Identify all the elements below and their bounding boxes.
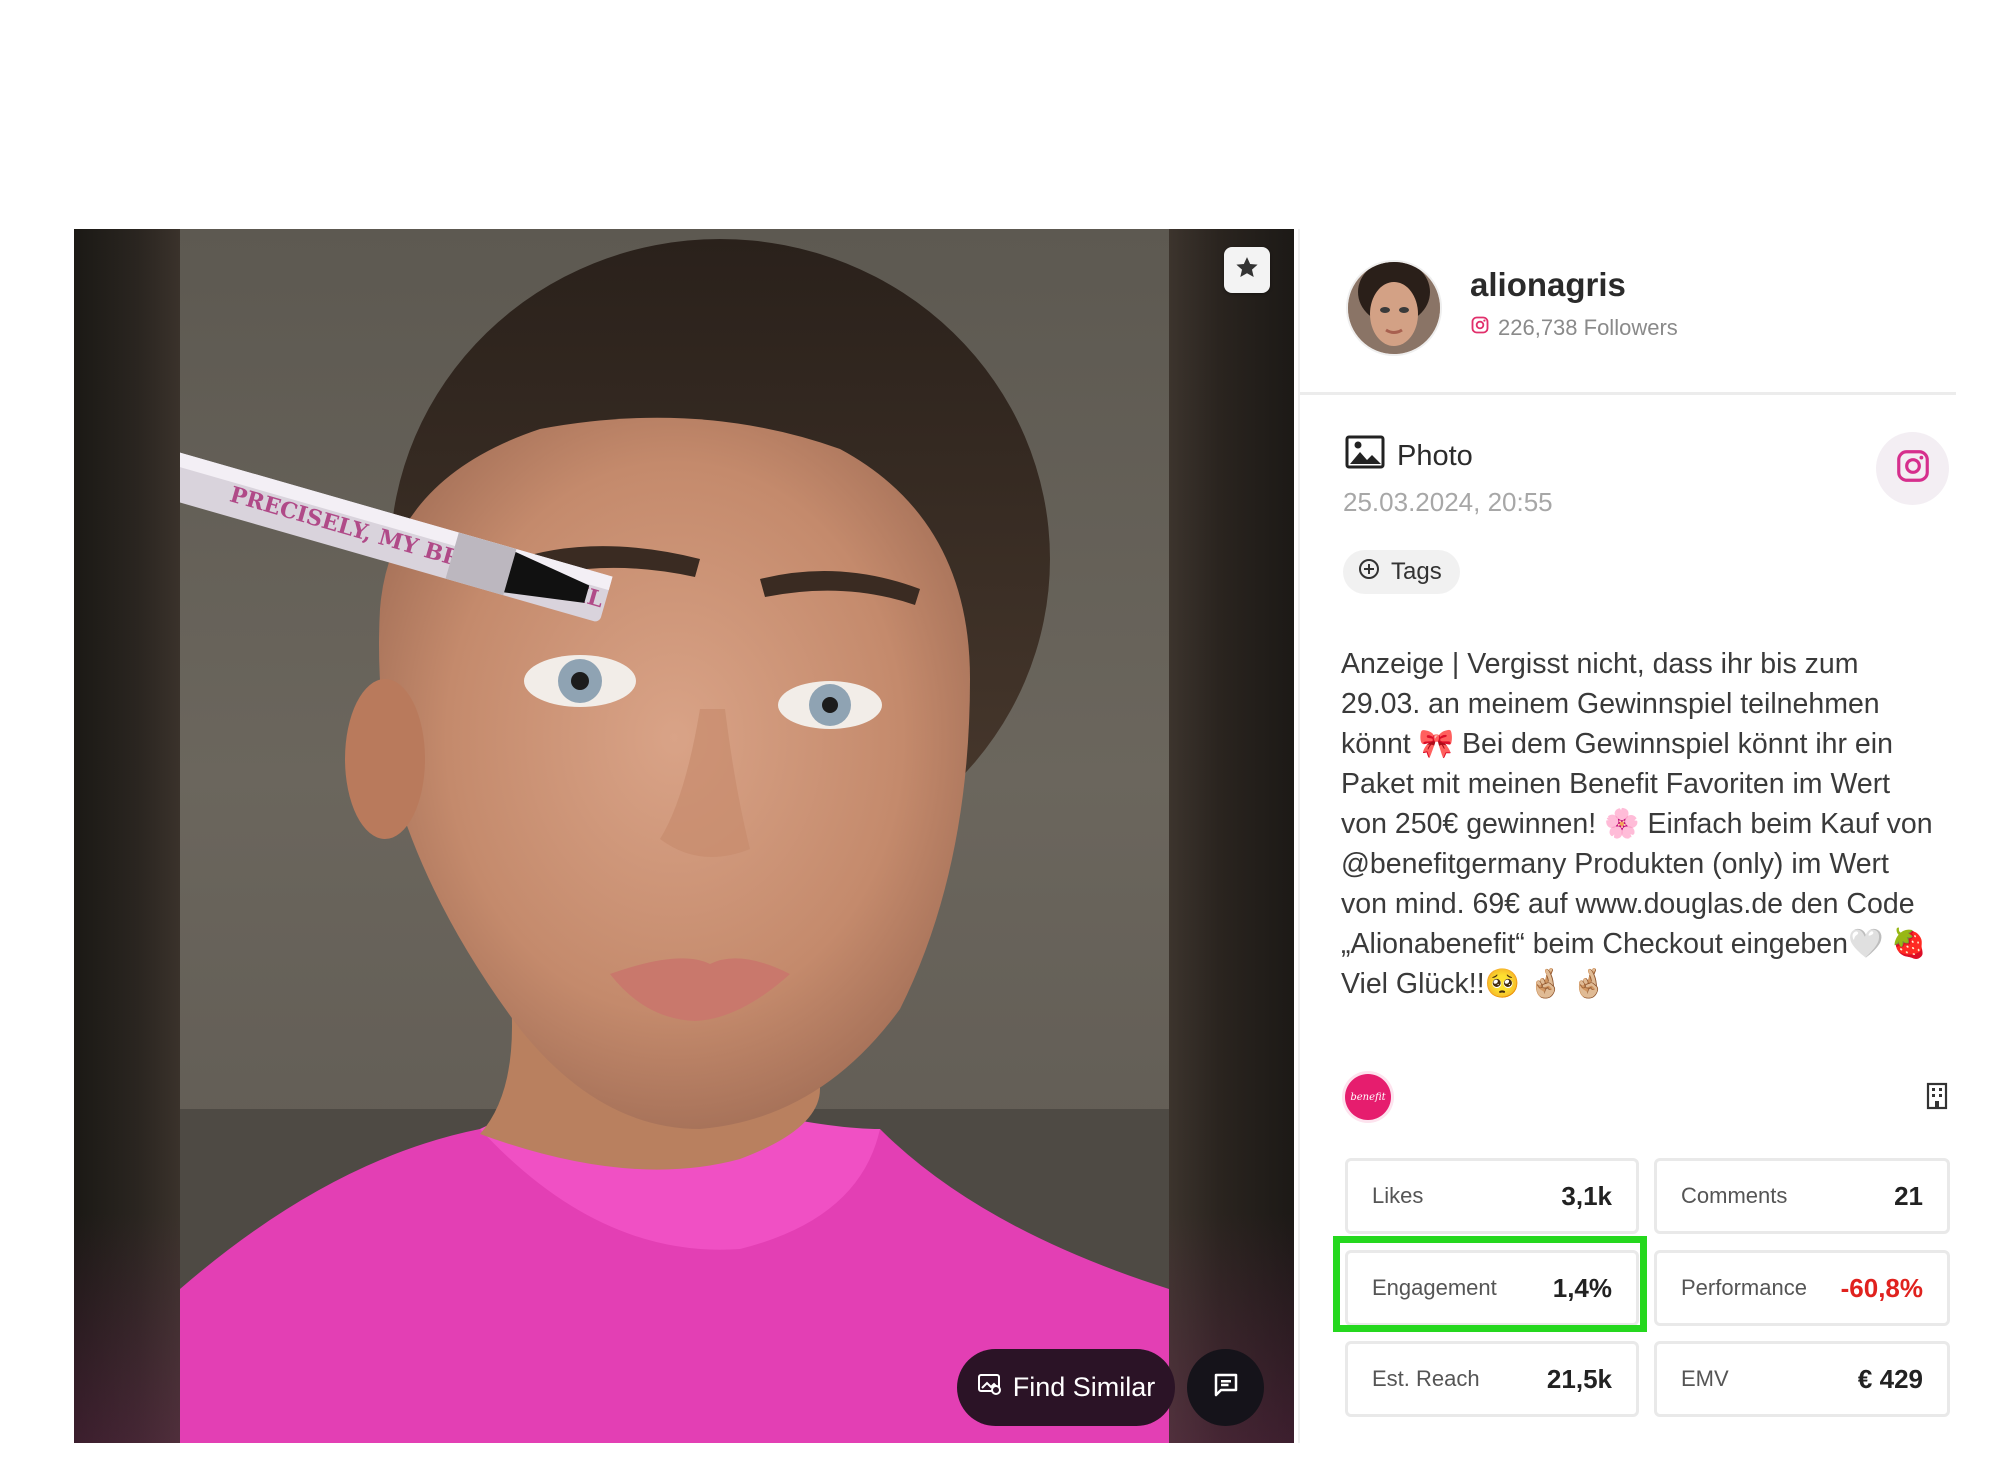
follower-count: 226,738 Followers bbox=[1470, 315, 1678, 341]
brand-logo-text: benefit bbox=[1350, 1091, 1386, 1103]
avatar[interactable] bbox=[1348, 262, 1440, 354]
metric-value: € 429 bbox=[1857, 1363, 1923, 1394]
building-icon[interactable] bbox=[1926, 1082, 1948, 1115]
metric-label: Comments bbox=[1681, 1183, 1788, 1208]
divider bbox=[1300, 392, 1956, 395]
image-search-icon bbox=[977, 1372, 1003, 1403]
post-caption: Anzeige | Vergisst nicht, dass ihr bis z… bbox=[1341, 648, 1933, 1000]
post-photo: PRECISELY, MY BROW PENCIL bbox=[180, 229, 1169, 1443]
metric-value: 21,5k bbox=[1546, 1363, 1612, 1394]
metric-label: Est. Reach bbox=[1372, 1366, 1480, 1391]
plus-circle-icon bbox=[1357, 557, 1381, 588]
star-pin-icon bbox=[1234, 255, 1260, 286]
instagram-icon bbox=[1470, 315, 1490, 341]
followers-text: 226,738 Followers bbox=[1498, 315, 1678, 340]
metric-est-reach: Est. Reach 21,5k bbox=[1345, 1341, 1639, 1417]
brand-logo[interactable]: benefit bbox=[1345, 1074, 1391, 1120]
metric-emv: EMV € 429 bbox=[1654, 1341, 1950, 1417]
username[interactable]: alionagris bbox=[1470, 266, 1626, 304]
metric-label: EMV bbox=[1681, 1366, 1729, 1391]
pin-button[interactable] bbox=[1224, 247, 1270, 293]
comment-icon bbox=[1211, 1370, 1241, 1405]
metric-label: Likes bbox=[1372, 1183, 1424, 1208]
add-tags-button[interactable]: Tags bbox=[1343, 550, 1460, 594]
metric-likes: Likes 3,1k bbox=[1345, 1158, 1639, 1234]
engagement-highlight-box bbox=[1333, 1236, 1647, 1332]
post-type: Photo bbox=[1345, 435, 1473, 477]
media-blur-left bbox=[74, 229, 180, 1443]
open-on-instagram-button[interactable] bbox=[1876, 432, 1949, 505]
find-similar-label: Find Similar bbox=[1012, 1372, 1156, 1402]
post-date: 25.03.2024, 20:55 bbox=[1343, 487, 1553, 517]
find-similar-button[interactable]: Find Similar bbox=[957, 1349, 1175, 1426]
metric-comments: Comments 21 bbox=[1654, 1158, 1950, 1234]
photo-icon bbox=[1345, 435, 1385, 477]
comment-button[interactable] bbox=[1187, 1349, 1264, 1426]
media-blur-right bbox=[1169, 229, 1294, 1443]
panel-divider bbox=[1298, 229, 1300, 1443]
metric-value: -60,8% bbox=[1840, 1272, 1923, 1303]
metric-performance: Performance -60,8% bbox=[1654, 1250, 1950, 1326]
metric-label: Performance bbox=[1681, 1275, 1807, 1300]
instagram-icon bbox=[1894, 447, 1932, 490]
metric-value: 3,1k bbox=[1561, 1180, 1612, 1211]
tags-label: Tags bbox=[1391, 558, 1442, 585]
post-media[interactable]: PRECISELY, MY BROW PENCIL bbox=[74, 229, 1294, 1443]
metric-value: 21 bbox=[1894, 1180, 1923, 1211]
post-type-label: Photo bbox=[1397, 439, 1473, 472]
